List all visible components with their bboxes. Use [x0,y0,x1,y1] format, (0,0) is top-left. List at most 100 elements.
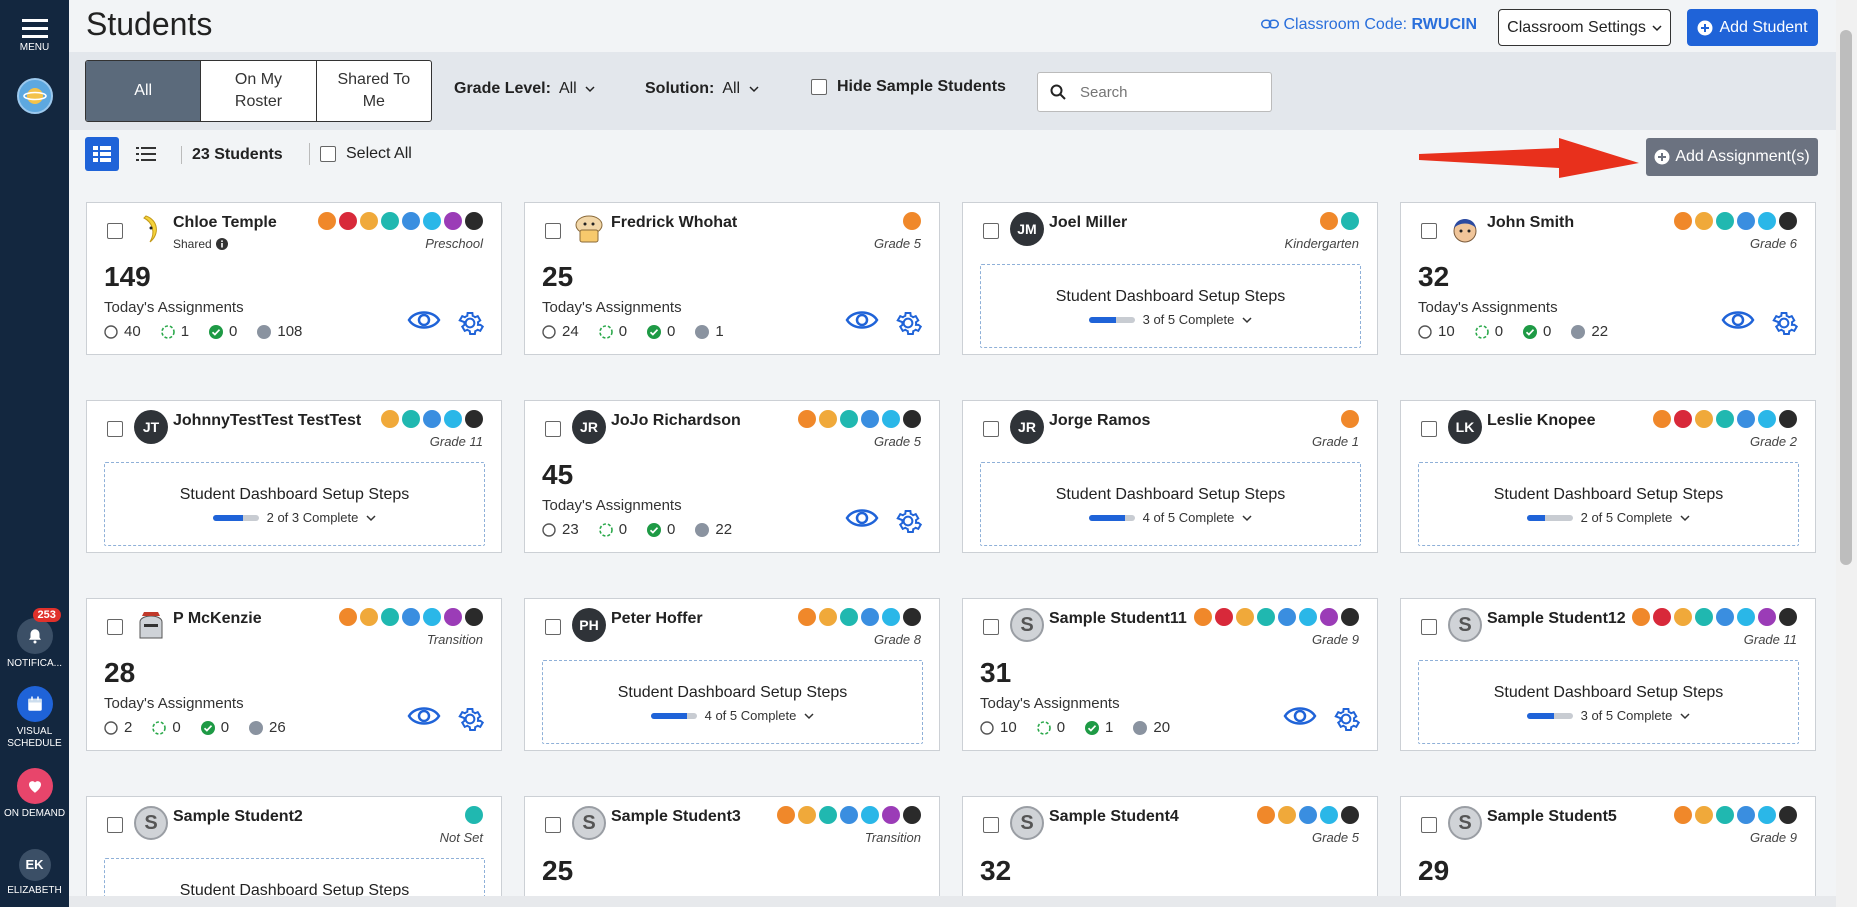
student-card[interactable]: Chloe Temple Shared Preschool 149 Today's As… [86,202,502,355]
setup-progress[interactable]: 4 of 5 Complete [543,708,922,723]
student-card[interactable]: S Sample Student5 Grade 9 29 [1400,796,1816,907]
chevron-down-icon [1242,514,1252,521]
student-select-checkbox[interactable] [983,223,999,239]
setup-steps-panel[interactable]: Student Dashboard Setup Steps 2 of 3 Comp… [104,462,485,546]
user-avatar-button[interactable] [0,78,69,118]
student-select-checkbox[interactable] [1421,817,1437,833]
student-name[interactable]: Sample Student3 [611,808,741,826]
student-name[interactable]: Joel Miller [1049,214,1127,232]
student-select-checkbox[interactable] [1421,619,1437,635]
solution-filter[interactable]: Solution: All [645,80,759,98]
setup-progress[interactable]: 2 of 5 Complete [1419,510,1798,525]
on-demand-button[interactable]: ON DEMAND [0,768,69,820]
student-card[interactable]: JT JohnnyTestTest TestTest Grade 11 Student… [86,400,502,553]
stat-other: 26 [249,719,286,736]
gear-icon[interactable] [1769,308,1799,343]
student-select-checkbox[interactable] [107,421,123,437]
student-name[interactable]: JoJo Richardson [611,412,741,430]
gear-icon[interactable] [1331,704,1361,739]
student-card[interactable]: JM Joel Miller Kindergarten Student Dashboa… [962,202,1378,355]
student-card[interactable]: John Smith Grade 6 32 Today's Assignments 10… [1400,202,1816,355]
setup-steps-panel[interactable]: Student Dashboard Setup Steps 2 of 5 Comp… [1418,462,1799,546]
view-icon[interactable] [1283,704,1317,733]
student-select-checkbox[interactable] [983,619,999,635]
student-select-checkbox[interactable] [107,619,123,635]
list-view-button[interactable] [129,137,163,171]
setup-steps-panel[interactable]: Student Dashboard Setup Steps 4 of 5 Comp… [542,660,923,744]
student-name[interactable]: Leslie Knopee [1487,412,1595,430]
student-name[interactable]: Sample Student12 [1487,610,1626,628]
gear-icon[interactable] [455,308,485,343]
student-name[interactable]: Peter Hoffer [611,610,703,628]
student-card[interactable]: S Sample Student11 Grade 9 31 Today's Assign… [962,598,1378,751]
student-select-checkbox[interactable] [983,817,999,833]
student-name[interactable]: Sample Student5 [1487,808,1617,826]
select-all-toggle[interactable]: Select All [309,143,412,165]
classroom-code-link[interactable]: Classroom Code: RWUCIN [1261,16,1477,34]
search-input[interactable] [1080,83,1250,101]
setup-progress[interactable]: 3 of 5 Complete [981,312,1360,327]
grid-view-button[interactable] [85,137,119,171]
student-card[interactable]: Fredrick Whohat Grade 5 25 Today's Assignme… [524,202,940,355]
student-select-checkbox[interactable] [545,817,561,833]
student-name[interactable]: Jorge Ramos [1049,412,1150,430]
view-icon[interactable] [407,704,441,733]
student-card[interactable]: LK Leslie Knopee Grade 2 Student Dashboard … [1400,400,1816,553]
student-name[interactable]: John Smith [1487,214,1574,232]
student-name[interactable]: P McKenzie [173,610,262,628]
student-card[interactable]: P McKenzie Transition 28 Today's Assignment… [86,598,502,751]
search-box[interactable] [1037,72,1272,112]
gear-icon[interactable] [893,506,923,541]
student-card[interactable]: S Sample Student12 Grade 11 Student Dashboa… [1400,598,1816,751]
student-select-checkbox[interactable] [107,817,123,833]
setup-steps-panel[interactable]: Student Dashboard Setup Steps 3 of 5 Comp… [1418,660,1799,744]
student-card[interactable]: S Sample Student2 Not Set Student Dashboard… [86,796,502,907]
student-card[interactable]: S Sample Student3 Transition 25 [524,796,940,907]
student-name[interactable]: Chloe Temple [173,214,277,232]
visual-schedule-button[interactable]: VISUAL SCHEDULE [0,686,69,750]
student-select-checkbox[interactable] [1421,223,1437,239]
setup-progress[interactable]: 2 of 3 Complete [105,510,484,525]
hide-sample-students-toggle[interactable]: Hide Sample Students [811,78,1006,96]
student-name[interactable]: Fredrick Whohat [611,214,737,232]
setup-steps-panel[interactable]: Student Dashboard Setup Steps 3 of 5 Comp… [980,264,1361,348]
student-card[interactable]: S Sample Student4 Grade 5 32 [962,796,1378,907]
setup-progress[interactable]: 3 of 5 Complete [1419,708,1798,723]
view-icon[interactable] [845,506,879,535]
notifications-button[interactable]: 253 NOTIFICA... [0,608,69,670]
student-select-checkbox[interactable] [545,421,561,437]
student-name[interactable]: Sample Student2 [173,808,303,826]
tab-shared-to-me[interactable]: Shared To Me [317,61,431,121]
add-assignments-button[interactable]: Add Assignment(s) [1646,138,1818,176]
student-name[interactable]: Sample Student4 [1049,808,1179,826]
student-card[interactable]: JR JoJo Richardson Grade 5 45 Today's Assign… [524,400,940,553]
hamburger-icon [21,19,48,38]
classroom-settings-button[interactable]: Classroom Settings [1498,9,1671,46]
student-select-checkbox[interactable] [545,619,561,635]
student-select-checkbox[interactable] [983,421,999,437]
grade-level-filter[interactable]: Grade Level: All [454,80,595,98]
tab-all[interactable]: All [86,61,202,121]
view-icon[interactable] [407,308,441,337]
gear-icon[interactable] [893,308,923,343]
user-profile-button[interactable]: EK ELIZABETH [0,849,69,897]
gear-icon[interactable] [455,704,485,739]
student-card[interactable]: PH Peter Hoffer Grade 8 Student Dashboard S… [524,598,940,751]
setup-progress[interactable]: 4 of 5 Complete [981,510,1360,525]
student-select-checkbox[interactable] [1421,421,1437,437]
view-icon[interactable] [1721,308,1755,337]
student-name[interactable]: Sample Student11 [1049,610,1187,628]
student-name[interactable]: JohnnyTestTest TestTest [173,412,361,430]
menu-button[interactable]: MENU [0,18,69,54]
hide-sample-checkbox[interactable] [811,79,827,95]
student-card[interactable]: JR Jorge Ramos Grade 1 Student Dashboard Se… [962,400,1378,553]
view-icon[interactable] [845,308,879,337]
setup-steps-panel[interactable]: Student Dashboard Setup Steps 4 of 5 Comp… [980,462,1361,546]
chevron-down-icon [585,86,595,93]
select-all-checkbox[interactable] [320,146,336,162]
student-select-checkbox[interactable] [107,223,123,239]
tab-on-my-roster[interactable]: On My Roster [201,61,317,121]
student-select-checkbox[interactable] [545,223,561,239]
scrollbar-thumb[interactable] [1840,30,1852,565]
add-student-button[interactable]: Add Student [1687,9,1818,46]
